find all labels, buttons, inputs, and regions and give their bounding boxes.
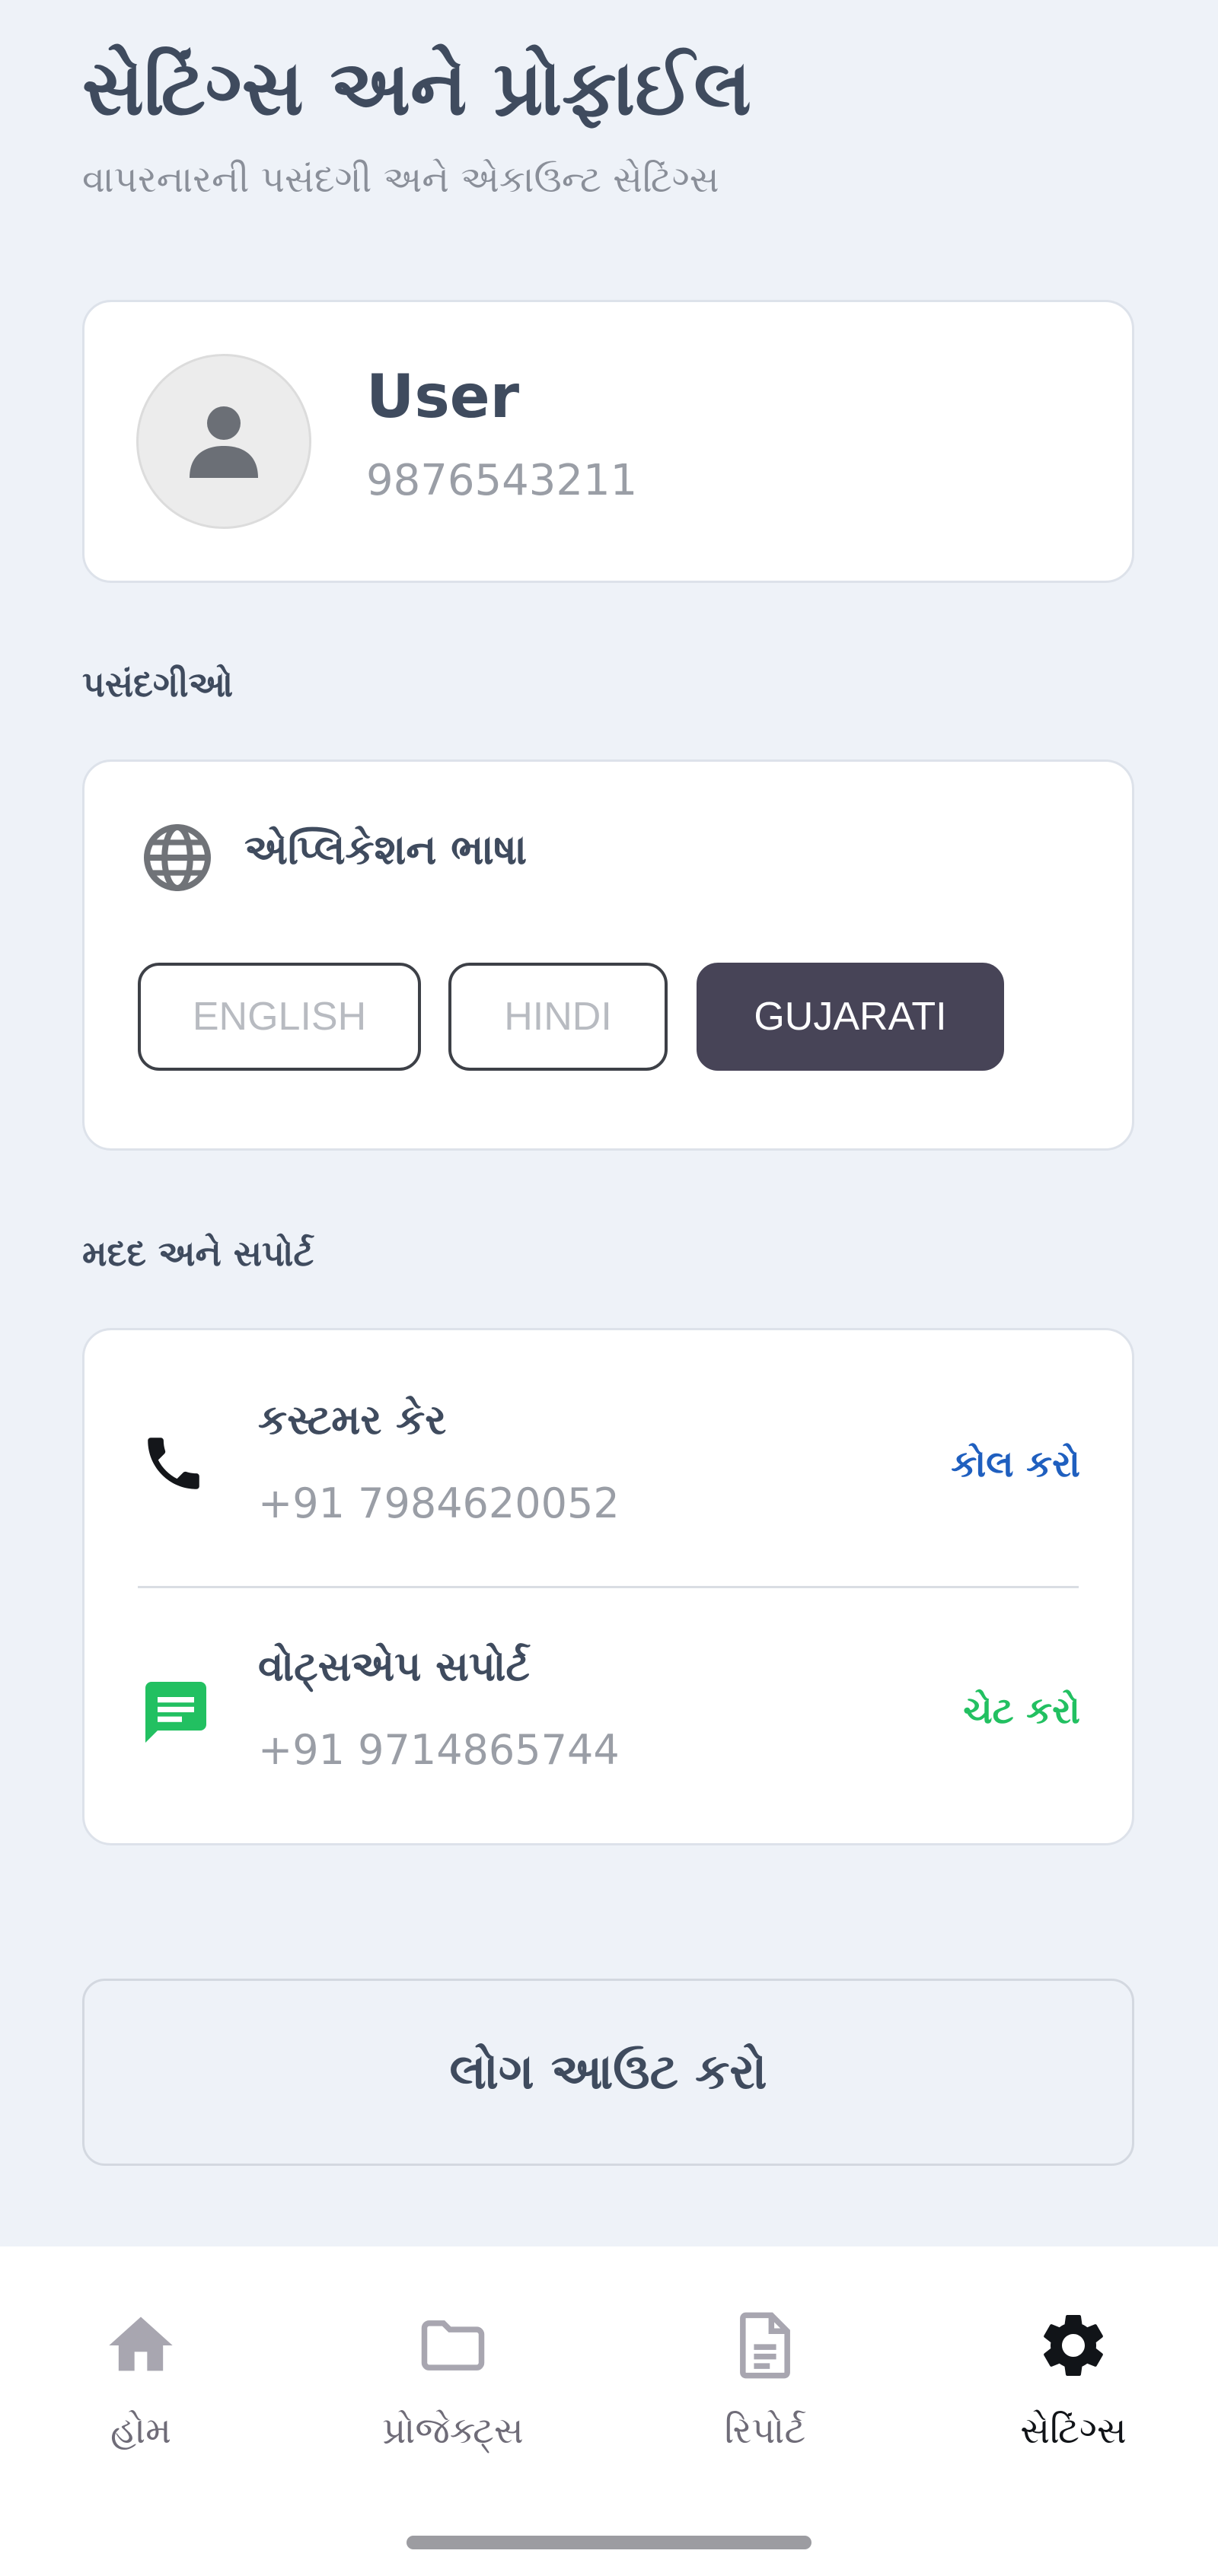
gear-icon xyxy=(1044,2315,1103,2376)
user-name: User xyxy=(366,363,520,431)
language-option-hindi[interactable]: HINDI xyxy=(448,963,668,1071)
home-indicator xyxy=(407,2536,811,2549)
chat-icon xyxy=(145,1682,206,1743)
chat-button[interactable]: ચેટ કરો xyxy=(963,1689,1080,1733)
nav-item-projects[interactable]: પ્રોજેક્ટ્સ xyxy=(331,2307,575,2453)
call-button[interactable]: કોલ કરો xyxy=(951,1443,1080,1486)
nav-label-settings: સેટિંગ્સ xyxy=(1020,2409,1127,2452)
profile-card: User 9876543211 xyxy=(82,300,1134,583)
phone-icon xyxy=(148,1438,199,1489)
language-option-gujarati[interactable]: GUJARATI xyxy=(697,963,1004,1071)
support-card: કસ્ટમર કેર +91 7984620052 કોલ કરો વોટ્સએ… xyxy=(82,1328,1134,1845)
bottom-nav: હોમ પ્રોજેક્ટ્સ રિપોર્ટ સેટિંગ્સ xyxy=(0,2246,1218,2576)
user-phone: 9876543211 xyxy=(366,456,638,505)
nav-label-projects: પ્રોજેક્ટ્સ xyxy=(382,2409,524,2452)
support-section-label: મદદ અને સપોર્ટ xyxy=(82,1233,314,1274)
folder-icon xyxy=(421,2320,485,2371)
customer-care-title: કસ્ટમર કેર xyxy=(258,1396,447,1444)
whatsapp-support-row[interactable]: વોટ્સએપ સપોર્ટ +91 9714865744 ચેટ કરો xyxy=(84,1577,1132,1820)
language-card: એપ્લિકેશન ભાષા ENGLISH HINDI GUJARATI xyxy=(82,759,1134,1151)
nav-label-home: હોમ xyxy=(110,2409,172,2452)
home-icon xyxy=(109,2316,173,2371)
nav-label-reports: રિપોર્ટ xyxy=(724,2409,806,2452)
language-option-english[interactable]: ENGLISH xyxy=(138,963,421,1071)
avatar xyxy=(136,354,311,529)
language-title: એપ્લિકેશન ભાષા xyxy=(244,826,528,874)
nav-item-reports[interactable]: રિપોર્ટ xyxy=(643,2307,887,2453)
customer-care-row[interactable]: કસ્ટમર કેર +91 7984620052 કોલ કરો xyxy=(84,1330,1132,1574)
page-subtitle: વાપરનારની પસંદગી અને એકાઉન્ટ સેટિંગ્સ xyxy=(82,158,719,201)
logout-button[interactable]: લોગ આઉટ કરો xyxy=(82,1979,1134,2166)
globe-icon xyxy=(144,824,211,891)
nav-item-home[interactable]: હોમ xyxy=(19,2307,263,2453)
whatsapp-support-title: વોટ્સએપ સપોર્ટ xyxy=(258,1642,530,1690)
whatsapp-support-phone: +91 9714865744 xyxy=(258,1726,620,1774)
settings-screen: સેટિંગ્સ અને પ્રોફાઈલ વાપરનારની પસંદગી અ… xyxy=(0,0,1218,2245)
page-title: સેટિંગ્સ અને પ્રોફાઈલ xyxy=(82,43,751,132)
nav-item-settings[interactable]: સેટિંગ્સ xyxy=(952,2307,1195,2453)
preferences-section-label: પસંદગીઓ xyxy=(82,664,234,705)
customer-care-phone: +91 7984620052 xyxy=(258,1479,620,1527)
document-icon xyxy=(740,2312,790,2379)
person-icon xyxy=(190,406,258,478)
